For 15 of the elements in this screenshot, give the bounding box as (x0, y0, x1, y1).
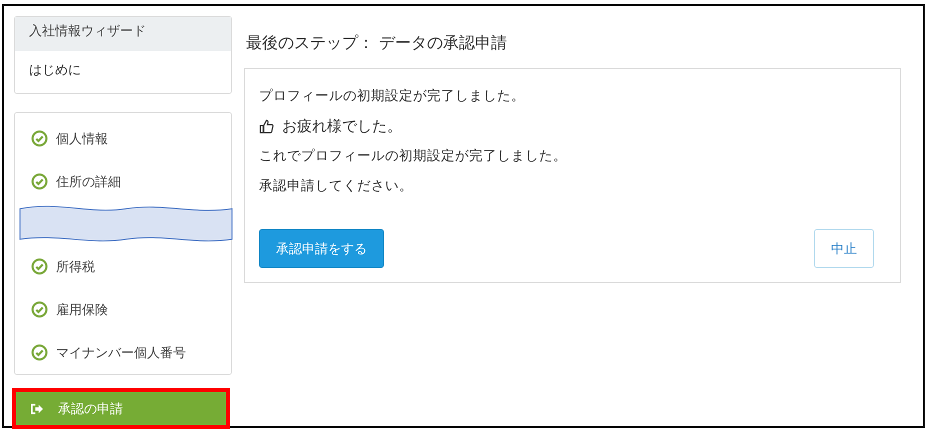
cancel-button[interactable]: 中止 (814, 229, 874, 268)
sidebar-item[interactable]: 雇用保険 (15, 288, 231, 331)
sidebar-item[interactable]: はじめに (15, 51, 231, 93)
sidebar-item[interactable]: マイナンバー個人番号 (15, 331, 231, 374)
sidebar-item[interactable]: 住所の詳細 (15, 160, 231, 203)
page-heading: 最後のステップ： データの承認申請 (246, 33, 508, 54)
message-text: お疲れ様でした。 (282, 116, 402, 137)
sidebar-item[interactable]: 個人情報 (15, 117, 231, 160)
wizard-title: 入社情報ウィザード (15, 17, 231, 51)
message-text: これでプロフィールの初期設定が完了しました。 (259, 147, 568, 166)
message-text: プロフィールの初期設定が完了しました。 (259, 87, 526, 106)
thumbs-up-icon (259, 118, 274, 134)
message-text: 承認申請してください。 (259, 177, 414, 196)
sidebar-item[interactable]: 所得税 (15, 245, 231, 288)
sign-out-icon (30, 402, 44, 414)
